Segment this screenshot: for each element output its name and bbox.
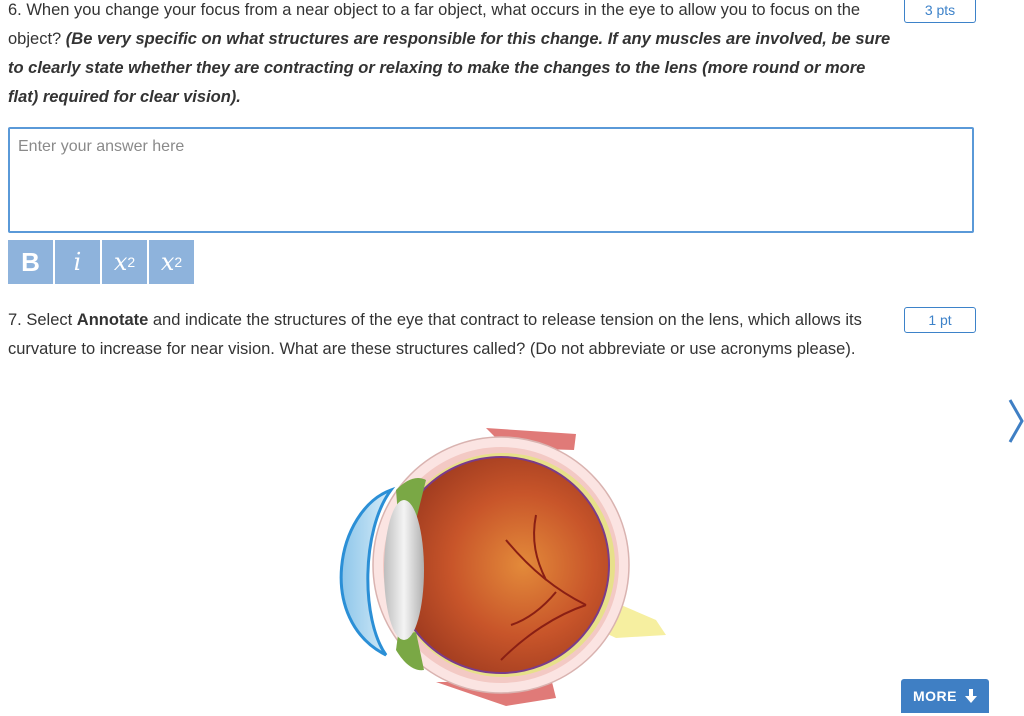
- subscript-label: 2: [127, 254, 136, 270]
- lens: [384, 500, 424, 640]
- question-7-annotate-word: Annotate: [76, 311, 149, 329]
- question-7-text: 7. Select Annotate and indicate the stru…: [8, 306, 893, 364]
- italic-label: i: [73, 248, 82, 276]
- question-7-points-badge: 1 pt: [904, 307, 976, 333]
- subscript-button[interactable]: x2: [102, 240, 147, 284]
- question-6-text: 6. When you change your focus from a nea…: [8, 0, 898, 112]
- superscript-button[interactable]: x2: [149, 240, 194, 284]
- subscript-base: x: [113, 248, 128, 276]
- bold-button[interactable]: B: [8, 240, 53, 284]
- arrow-down-icon: [965, 689, 977, 703]
- question-6-points-badge: 3 pts: [904, 0, 976, 23]
- answer-input[interactable]: [16, 137, 960, 157]
- italic-button[interactable]: i: [55, 240, 100, 284]
- more-button[interactable]: MORE: [901, 679, 989, 713]
- superscript-label: 2: [174, 254, 183, 270]
- eye-diagram[interactable]: [316, 420, 686, 711]
- vitreous-body: [392, 456, 610, 674]
- superscript-base: x: [160, 248, 175, 276]
- answer-textbox[interactable]: [8, 127, 974, 233]
- question-7-prompt-start: 7. Select: [8, 311, 77, 329]
- formatting-toolbar: B i x2 x2: [8, 240, 194, 284]
- eye-illustration: [339, 428, 666, 706]
- bold-label: B: [21, 246, 40, 277]
- more-label: MORE: [913, 688, 957, 704]
- question-6-emphasis: (Be very specific on what structures are…: [8, 30, 891, 106]
- chevron-right-icon[interactable]: [1008, 398, 1024, 444]
